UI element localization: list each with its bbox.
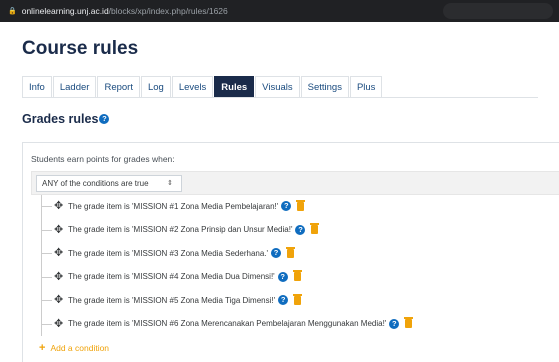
rule-item: ✥ The grade item is 'MISSION #2 Zona Pri… (41, 218, 559, 242)
add-condition-label: Add a condition (50, 343, 110, 353)
trash-icon[interactable] (292, 270, 302, 281)
tab-rules[interactable]: Rules (214, 76, 255, 97)
browser-address-bar[interactable]: 🔒 onlinelearning.unj.ac.id /blocks/xp/in… (0, 0, 559, 22)
section-title: Grades rules ? (22, 112, 110, 126)
rule-text: The grade item is 'MISSION #5 Zona Media… (68, 295, 276, 305)
help-icon[interactable]: ? (278, 295, 289, 305)
condition-select-value: ANY of the conditions are true (42, 179, 149, 188)
rule-item: ✥ The grade item is 'MISSION #1 Zona Med… (41, 195, 559, 219)
tab-log[interactable]: Log (140, 76, 171, 97)
select-caret-icon: ⇕ (167, 180, 173, 187)
rule-item: ✥ The grade item is 'MISSION #6 Zona Mer… (41, 312, 559, 336)
tab-report[interactable]: Report (97, 76, 140, 97)
move-icon[interactable]: ✥ (54, 293, 63, 306)
plus-icon: + (39, 342, 46, 354)
trash-icon[interactable] (286, 246, 296, 258)
help-icon[interactable]: ? (99, 114, 110, 124)
trash-icon[interactable] (310, 223, 320, 234)
rule-item: ✥ The grade item is 'MISSION #3 Zona Med… (41, 242, 559, 266)
rule-text: The grade item is 'MISSION #2 Zona Prins… (68, 225, 293, 234)
rules-panel: Students earn points for grades when: AN… (22, 142, 559, 362)
add-condition-button[interactable]: + Add a condition (31, 342, 109, 354)
browser-extension-area (443, 3, 553, 19)
trash-icon[interactable] (404, 317, 414, 328)
condition-bar: ANY of the conditions are true ⇕ (31, 171, 559, 195)
help-icon[interactable]: ? (271, 248, 282, 258)
rule-text-wrap: The grade item is 'MISSION #1 Zona Media… (68, 199, 306, 211)
rule-text: The grade item is 'MISSION #4 Zona Media… (68, 272, 275, 281)
help-icon[interactable]: ? (281, 201, 292, 211)
rule-text: The grade item is 'MISSION #6 Zona Meren… (68, 319, 387, 328)
rule-text-wrap: The grade item is 'MISSION #3 Zona Media… (68, 246, 296, 258)
tab-info[interactable]: Info (22, 76, 52, 97)
tab-bar: Info Ladder Report Log Levels Rules Visu… (22, 76, 538, 98)
rule-item: ✥ The grade item is 'MISSION #4 Zona Med… (41, 265, 559, 289)
rule-text-wrap: The grade item is 'MISSION #5 Zona Media… (68, 293, 303, 305)
url-path: /blocks/xp/index.php/rules/1626 (108, 6, 228, 16)
lock-icon: 🔒 (8, 8, 17, 15)
rules-list: ✥ The grade item is 'MISSION #1 Zona Med… (31, 195, 559, 336)
move-icon[interactable]: ✥ (54, 223, 63, 236)
rule-text-wrap: The grade item is 'MISSION #6 Zona Meren… (68, 317, 414, 329)
help-icon[interactable]: ? (277, 271, 288, 282)
rule-text: The grade item is 'MISSION #1 Zona Media… (68, 201, 279, 211)
rule-text: The grade item is 'MISSION #3 Zona Media… (68, 248, 269, 258)
rule-text-wrap: The grade item is 'MISSION #4 Zona Media… (68, 270, 302, 282)
trash-icon[interactable] (296, 199, 306, 211)
tab-plus[interactable]: Plus (349, 76, 383, 97)
url-host: onlinelearning.unj.ac.id (21, 6, 109, 16)
move-icon[interactable]: ✥ (54, 270, 63, 283)
help-icon[interactable]: ? (295, 224, 306, 235)
move-icon[interactable]: ✥ (54, 317, 63, 330)
move-icon[interactable]: ✥ (54, 199, 63, 212)
tab-visuals[interactable]: Visuals (255, 76, 300, 97)
page-title: Course rules (22, 38, 139, 59)
move-icon[interactable]: ✥ (54, 246, 63, 259)
condition-select[interactable]: ANY of the conditions are true ⇕ (36, 175, 182, 192)
help-icon[interactable]: ? (389, 318, 400, 329)
trash-icon[interactable] (293, 293, 303, 305)
tab-ladder[interactable]: Ladder (52, 76, 97, 97)
tab-levels[interactable]: Levels (171, 76, 214, 97)
rules-intro: Students earn points for grades when: (31, 154, 175, 164)
rule-item: ✥ The grade item is 'MISSION #5 Zona Med… (41, 289, 559, 313)
section-title-text: Grades rules (22, 112, 99, 126)
rule-text-wrap: The grade item is 'MISSION #2 Zona Prins… (68, 223, 320, 235)
tab-settings[interactable]: Settings (300, 76, 349, 97)
